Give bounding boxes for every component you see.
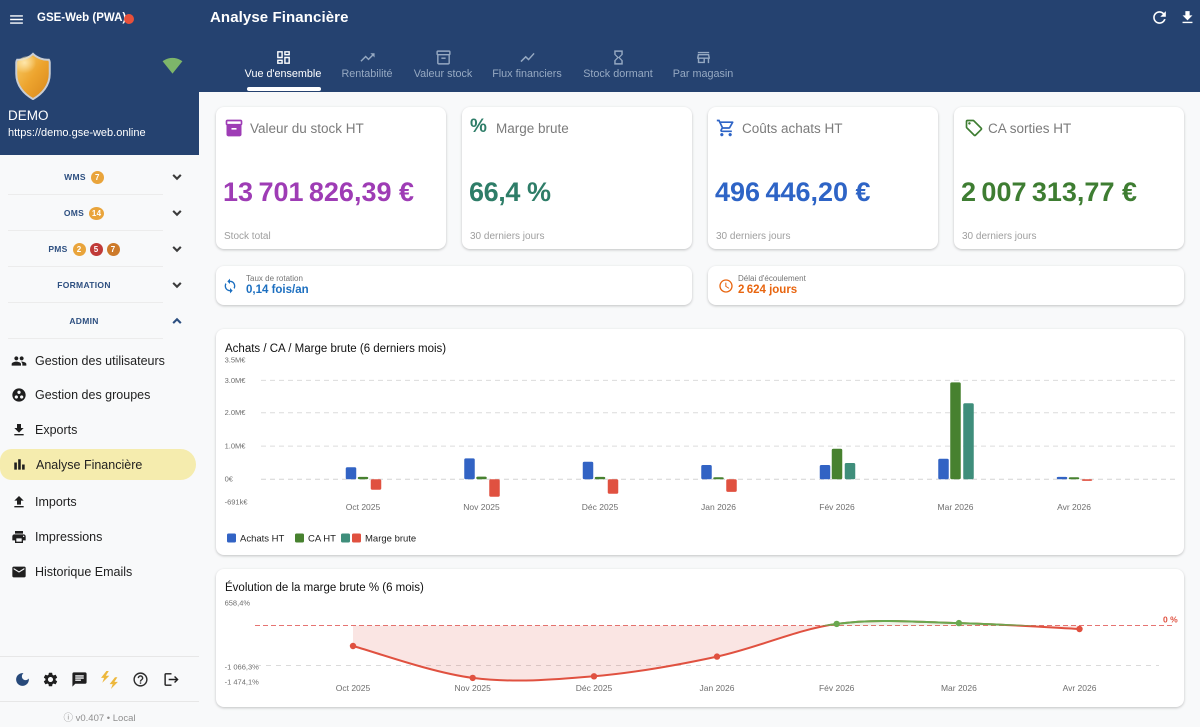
- svg-text:Fév 2026: Fév 2026: [819, 683, 855, 693]
- svg-text:Avr 2026: Avr 2026: [1063, 683, 1097, 693]
- svg-text:Mar 2026: Mar 2026: [938, 502, 974, 512]
- svg-text:Oct 2025: Oct 2025: [336, 683, 371, 693]
- svg-text:Nov 2025: Nov 2025: [455, 683, 492, 693]
- svg-text:3.0M€: 3.0M€: [225, 376, 247, 385]
- svg-text:-1 474,1%: -1 474,1%: [225, 677, 260, 686]
- svg-text:Jan 2026: Jan 2026: [700, 683, 735, 693]
- svg-text:CA HT: CA HT: [308, 534, 336, 545]
- svg-text:Mar 2026: Mar 2026: [941, 683, 977, 693]
- svg-text:Fév 2026: Fév 2026: [819, 502, 855, 512]
- svg-text:Oct 2025: Oct 2025: [346, 502, 381, 512]
- svg-text:Déc 2025: Déc 2025: [576, 683, 613, 693]
- svg-text:658,4%: 658,4%: [225, 599, 251, 608]
- svg-text:1.0M€: 1.0M€: [225, 442, 247, 451]
- svg-text:Nov 2025: Nov 2025: [463, 502, 500, 512]
- svg-text:Avr 2026: Avr 2026: [1057, 502, 1091, 512]
- svg-text:Déc 2025: Déc 2025: [582, 502, 619, 512]
- svg-text:Jan 2026: Jan 2026: [701, 502, 736, 512]
- svg-text:Marge brute: Marge brute: [365, 534, 416, 545]
- svg-text:-691k€: -691k€: [225, 498, 249, 507]
- svg-text:2.0M€: 2.0M€: [225, 408, 247, 417]
- svg-text:3.5M€: 3.5M€: [225, 356, 247, 365]
- svg-text:-1 066,3%: -1 066,3%: [225, 663, 260, 672]
- svg-text:Achats HT: Achats HT: [240, 534, 285, 545]
- svg-text:0 %: 0 %: [1163, 615, 1178, 625]
- svg-text:0€: 0€: [225, 475, 234, 484]
